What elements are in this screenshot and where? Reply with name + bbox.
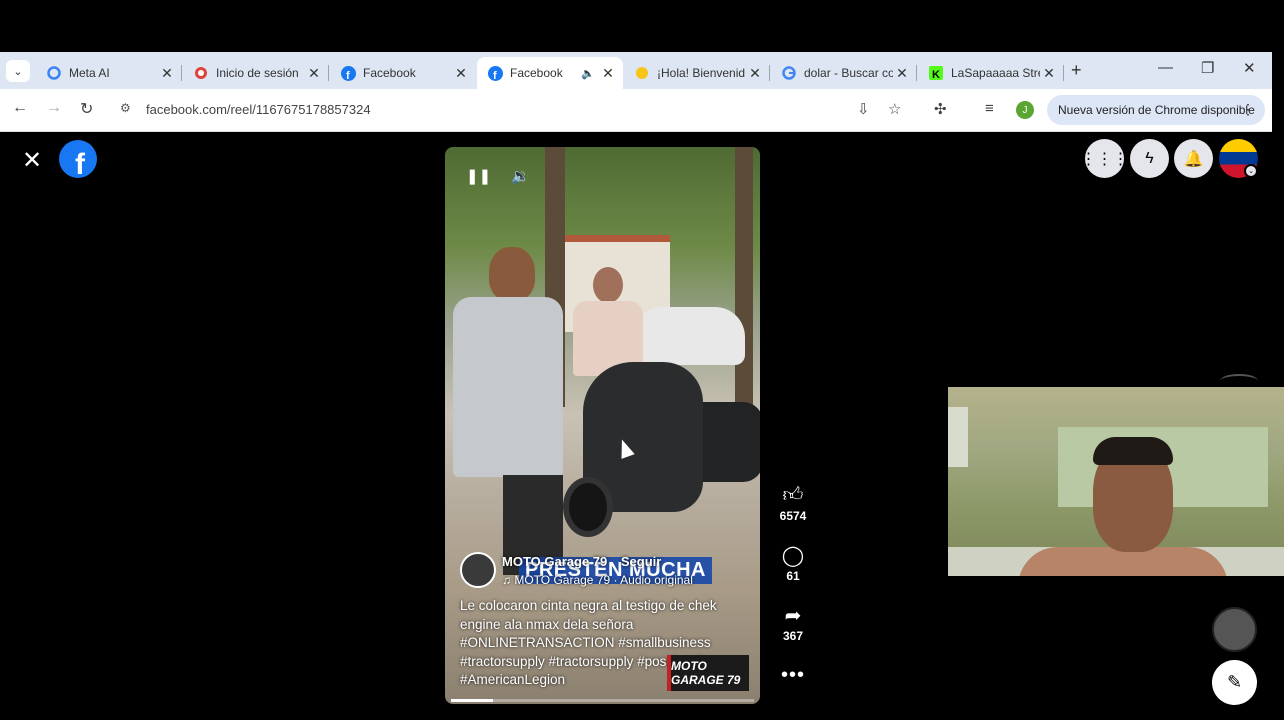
reload-button[interactable]: ↻ [80, 99, 93, 119]
extensions-icon[interactable]: ✣ [934, 100, 947, 118]
url-text[interactable]: facebook.com/reel/1167675178857324 [146, 102, 371, 117]
close-icon[interactable]: ✕ [599, 65, 617, 82]
close-window-button[interactable]: ✕ [1243, 59, 1256, 77]
login-icon [193, 65, 209, 81]
share-icon: ➦ [784, 605, 802, 627]
new-message-button[interactable]: ✎ [1212, 660, 1257, 705]
facebook-icon: f [487, 65, 503, 81]
author-line[interactable]: MOTO Garage 79 Seguir [502, 554, 661, 569]
tab-inicio-sesion[interactable]: Inicio de sesión ✕ [183, 57, 329, 89]
compose-icon: ✎ [1226, 672, 1243, 692]
pause-icon[interactable]: ❚❚ [466, 167, 491, 185]
bookmark-star-icon[interactable]: ☆ [888, 100, 901, 118]
close-icon[interactable]: ✕ [893, 65, 911, 82]
author-avatar[interactable] [460, 552, 496, 588]
new-tab-button[interactable]: + [1071, 60, 1082, 81]
chat-head-avatar[interactable] [1212, 607, 1257, 652]
site-info-icon[interactable]: ⚙ [120, 101, 131, 115]
address-bar[interactable]: ⚙ facebook.com/reel/1167675178857324 [112, 94, 912, 126]
forward-button[interactable]: → [46, 99, 62, 117]
tab-facebook[interactable]: f Facebook ✕ [330, 57, 476, 89]
share-count: 367 [782, 629, 804, 643]
kick-icon: K [928, 65, 944, 81]
close-icon[interactable]: ✕ [1040, 65, 1058, 82]
author-name[interactable]: MOTO Garage 79 [502, 554, 607, 569]
back-button[interactable]: ← [12, 99, 28, 117]
video-progress-bar[interactable] [451, 699, 754, 702]
tab-dolar-google[interactable]: dolar - Buscar co ✕ [771, 57, 917, 89]
watermark-logo: MOTO GARAGE 79 [667, 655, 749, 691]
like-count: 6574 [779, 509, 807, 523]
close-icon[interactable]: ✕ [305, 65, 323, 82]
comment-icon: ◯ [781, 545, 805, 567]
webcam-overlay [948, 387, 1284, 576]
tab-kick-stream[interactable]: K LaSapaaaaa Stre ✕ [918, 57, 1064, 89]
google-icon [781, 65, 797, 81]
meta-ai-icon [46, 65, 62, 81]
bell-icon: 🔔 [1183, 150, 1204, 168]
grid-icon: ⋮⋮⋮ [1080, 150, 1129, 168]
more-options-icon[interactable]: ••• [781, 664, 805, 687]
toolbar: ← → ↻ ⚙ facebook.com/reel/11676751788573… [0, 89, 1272, 132]
audio-label[interactable]: ♫ MOTO Garage 79 · Audio original [502, 573, 693, 587]
tab-strip: ⌄ Meta AI ✕ Inicio de sesión ✕ f Faceboo… [0, 52, 1272, 89]
tab-facebook-active[interactable]: f Facebook 🔈 ✕ [477, 57, 623, 89]
chrome-update-button[interactable]: Nueva versión de Chrome disponible ⋮ [1047, 95, 1265, 125]
tab-search-button[interactable]: ⌄ [6, 60, 30, 82]
restore-button[interactable]: ❐ [1201, 59, 1214, 77]
svg-text:K: K [932, 69, 940, 80]
tab-bienvenido[interactable]: ¡Hola! Bienvenid ✕ [624, 57, 770, 89]
facebook-icon: f [340, 65, 356, 81]
facebook-logo[interactable]: f [59, 140, 97, 178]
more-vert-icon[interactable]: ⋮ [1241, 101, 1255, 118]
like-button[interactable]: 👍︎ 6574 [773, 483, 813, 523]
tab-meta-ai[interactable]: Meta AI ✕ [36, 57, 182, 89]
reel-video[interactable]: ❚❚ 🔉 PRESTEN MUCHA MOTO Garage 79 Seguir… [445, 147, 760, 704]
close-icon[interactable]: ✕ [158, 65, 176, 82]
close-icon[interactable]: ✕ [452, 65, 470, 82]
messenger-button[interactable]: ϟ [1130, 139, 1169, 178]
browser-chrome: ⌄ Meta AI ✕ Inicio de sesión ✕ f Faceboo… [0, 52, 1272, 132]
install-app-icon[interactable]: ⇩ [857, 100, 870, 118]
menu-grid-button[interactable]: ⋮⋮⋮ [1081, 139, 1129, 178]
media-control-icon[interactable]: ≡ [985, 100, 994, 117]
comment-button[interactable]: ◯ 61 [773, 543, 813, 583]
volume-icon[interactable]: 🔉 [511, 167, 530, 185]
chevron-down-icon: ⌄ [13, 65, 23, 78]
comment-count: 61 [786, 569, 800, 583]
profile-avatar[interactable]: J [1016, 101, 1034, 119]
messenger-icon: ϟ [1145, 149, 1154, 167]
svg-text:f: f [346, 70, 350, 81]
close-icon[interactable]: ✕ [746, 65, 764, 82]
thumbs-up-icon: 👍︎ [782, 484, 804, 506]
top-black-bar [0, 0, 1284, 52]
minimize-button[interactable]: — [1158, 59, 1173, 76]
chevron-down-icon[interactable]: ⌄ [1244, 164, 1258, 178]
welcome-icon [634, 65, 650, 81]
notifications-button[interactable]: 🔔 [1174, 139, 1213, 178]
speaker-icon[interactable]: 🔈 [581, 67, 595, 80]
svg-text:f: f [493, 70, 497, 81]
close-reel-button[interactable]: ✕ [22, 146, 42, 175]
share-button[interactable]: ➦ 367 [773, 603, 813, 643]
follow-button[interactable]: Seguir [621, 554, 661, 569]
